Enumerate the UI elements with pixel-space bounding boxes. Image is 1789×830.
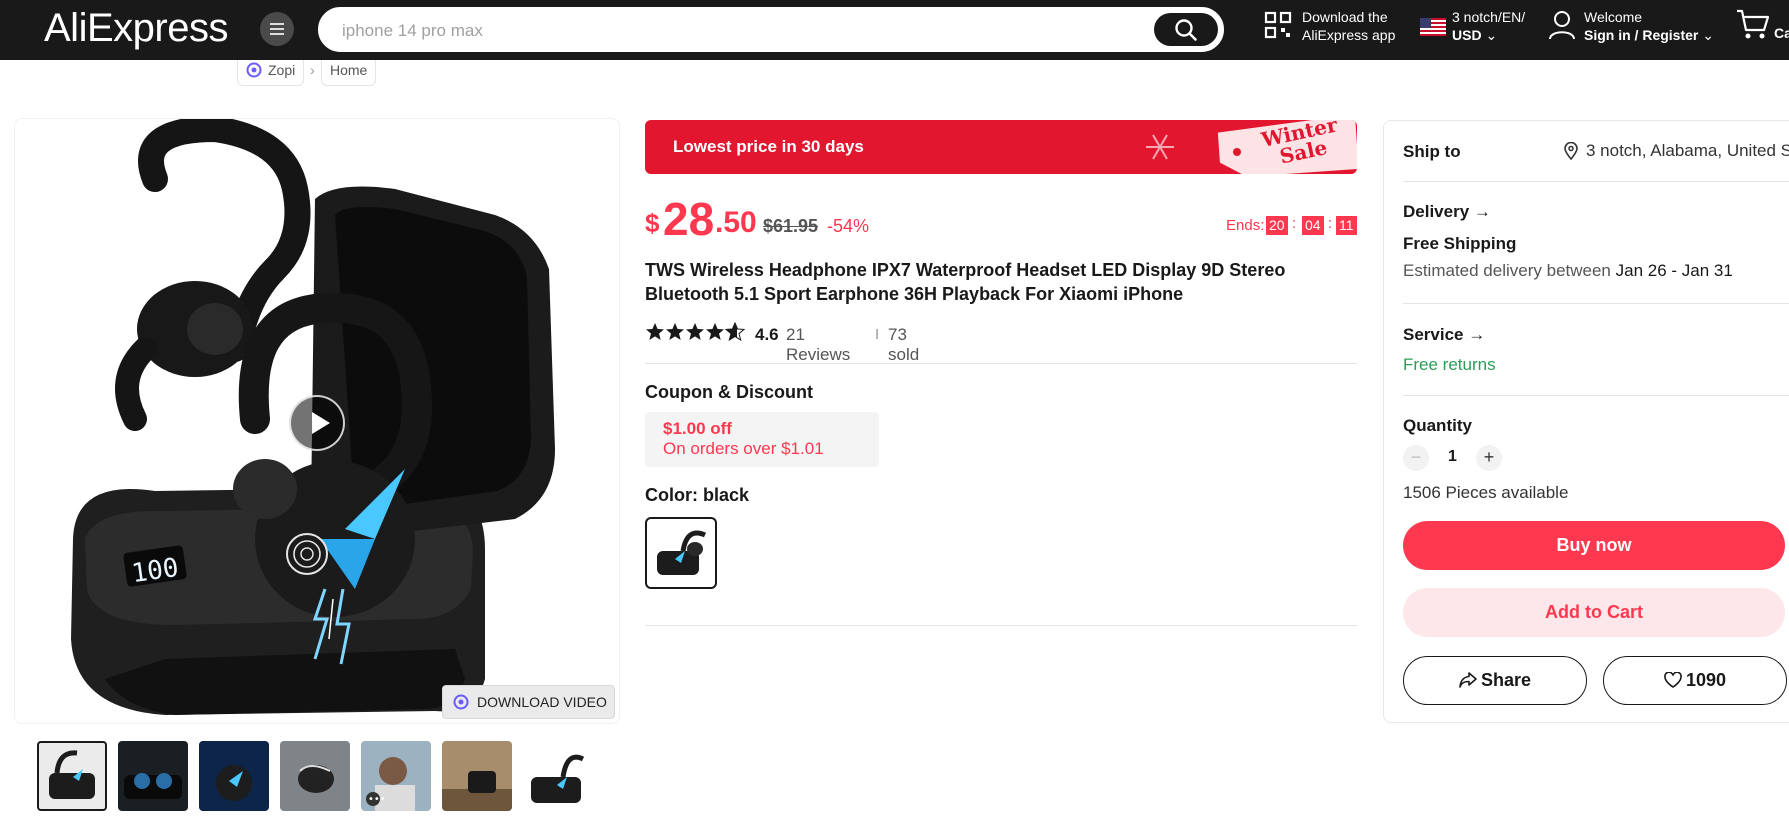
heart-icon [1664, 671, 1682, 688]
quantity-value[interactable]: 1 [1448, 448, 1457, 466]
delivery-link[interactable]: Delivery → [1403, 202, 1491, 222]
free-returns-label: Free returns [1403, 355, 1496, 374]
discount-percent: -54% [827, 216, 870, 236]
chevron-down-icon: ⌄ [1702, 27, 1714, 43]
breadcrumb-store[interactable]: Zopi [237, 60, 305, 86]
locale-line1: 3 notch/EN/ [1452, 9, 1526, 25]
rating-value: 4.6 [755, 325, 779, 344]
delivery-estimate: Estimated delivery between Jan 26 - Jan … [1403, 261, 1733, 281]
share-icon [1459, 672, 1477, 688]
thumbnail-3[interactable] [199, 741, 269, 811]
sign-in-register-link[interactable]: Sign in / Register [1584, 27, 1698, 43]
us-flag-icon [1420, 18, 1446, 36]
ship-address[interactable]: 3 notch, Alabama, United St... [1564, 141, 1789, 161]
menu-icon[interactable] [260, 12, 294, 46]
price-integer: 28 [663, 193, 715, 245]
divider [1403, 303, 1789, 304]
coupon-card[interactable]: $1.00 off On orders over $1.01 [645, 412, 879, 467]
add-to-cart-button[interactable]: Add to Cart [1403, 588, 1785, 637]
ship-address-text: 3 notch, Alabama, United St... [1586, 141, 1789, 160]
rating-divider: I [875, 326, 880, 343]
promo-banner: Lowest price in 30 days Winter Sale [645, 120, 1357, 174]
user-icon [1549, 11, 1575, 40]
color-heading: Color: black [645, 485, 750, 505]
breadcrumb-store-label: Zopi [268, 62, 296, 78]
price-currency: $ [645, 208, 660, 238]
quantity-label: Quantity [1403, 416, 1472, 435]
service-link[interactable]: Service → [1403, 325, 1485, 345]
coupon-condition: On orders over $1.01 [663, 439, 824, 458]
countdown-minutes: 04 [1302, 216, 1324, 235]
qr-code-icon [1264, 11, 1292, 39]
aliexpress-logo[interactable]: AliExpress [44, 6, 228, 51]
search-icon [1175, 19, 1197, 41]
app-line2: AliExpress app [1302, 27, 1396, 43]
quantity-increase-button[interactable]: + [1476, 445, 1502, 471]
snowflake-icon [1146, 134, 1174, 160]
original-price: $61.95 [763, 216, 819, 236]
coupon-heading: Coupon & Discount [645, 382, 813, 402]
share-label: Share [1480, 670, 1532, 690]
free-shipping-label: Free Shipping [1403, 234, 1517, 253]
divider [1403, 395, 1789, 396]
main-product-image[interactable]: 100 [14, 118, 620, 724]
cart-link[interactable]: Ca [1736, 8, 1789, 44]
countdown-seconds: 11 [1336, 216, 1357, 235]
breadcrumb-home[interactable]: Home [321, 60, 377, 86]
star-rating-icon [646, 322, 745, 341]
reviews-link[interactable]: 21 Reviews [786, 325, 850, 365]
download-video-button[interactable]: DOWNLOAD VIDEO [442, 685, 615, 719]
currency-label: USD [1452, 27, 1482, 43]
thumbnail-2[interactable] [118, 741, 188, 811]
color-swatch-black[interactable] [645, 517, 717, 589]
countdown-hours: 20 [1266, 216, 1288, 235]
product-title: TWS Wireless Headphone IPX7 Waterproof H… [645, 260, 1286, 304]
divider [645, 625, 1357, 626]
coupon-amount: $1.00 off [663, 419, 732, 438]
download-video-label: DOWNLOAD VIDEO [477, 694, 607, 710]
top-navigation-bar: AliExpress Download the AliExpress app 3 … [0, 0, 1789, 60]
search-input[interactable] [342, 19, 1142, 43]
quantity-decrease-button[interactable]: − [1403, 445, 1429, 471]
estimate-prefix: Estimated delivery between [1403, 261, 1611, 280]
play-video-button[interactable] [289, 395, 345, 451]
svg-text:•••: ••• [368, 794, 386, 805]
winter-sale-tag [1146, 120, 1357, 174]
ship-to-label: Ship to [1403, 142, 1461, 161]
cart-icon [1737, 9, 1770, 39]
sold-count: 73 sold [888, 325, 920, 364]
app-line1: Download the [1302, 9, 1388, 25]
wishlist-count: 1090 [1685, 670, 1727, 690]
stock-available: 1506 Pieces available [1403, 483, 1569, 502]
search-bar [318, 7, 1224, 52]
chevron-down-icon: ⌄ [1485, 27, 1498, 43]
thumbnail-7[interactable] [523, 741, 593, 811]
cart-label: Ca [1774, 25, 1789, 41]
wishlist-button[interactable]: 1090 [1603, 656, 1787, 705]
location-pin-icon [1564, 142, 1578, 160]
divider [1403, 181, 1789, 182]
countdown-colon-2: : [1328, 215, 1333, 232]
thumbnail-4[interactable] [280, 741, 350, 811]
purchase-panel: Ship to 3 notch, Alabama, United St... D… [1383, 120, 1789, 723]
thumbnail-1[interactable] [37, 741, 107, 811]
store-icon [246, 62, 262, 78]
search-button[interactable] [1154, 13, 1218, 46]
countdown-colon-1: : [1292, 215, 1297, 232]
buy-now-button[interactable]: Buy now [1403, 521, 1785, 570]
share-button[interactable]: Share [1403, 656, 1587, 705]
thumbnail-6[interactable] [442, 741, 512, 811]
breadcrumb-separator: › [310, 62, 315, 78]
price-decimal: .50 [715, 206, 757, 239]
estimate-dates: Jan 26 - Jan 31 [1615, 261, 1733, 280]
thumbnail-5[interactable]: ••• [361, 741, 431, 811]
welcome-text: Welcome [1584, 9, 1643, 25]
divider [645, 363, 1357, 364]
countdown-label: Ends: [1226, 217, 1265, 234]
black-variant-image [657, 530, 707, 575]
download-video-icon [453, 694, 469, 710]
